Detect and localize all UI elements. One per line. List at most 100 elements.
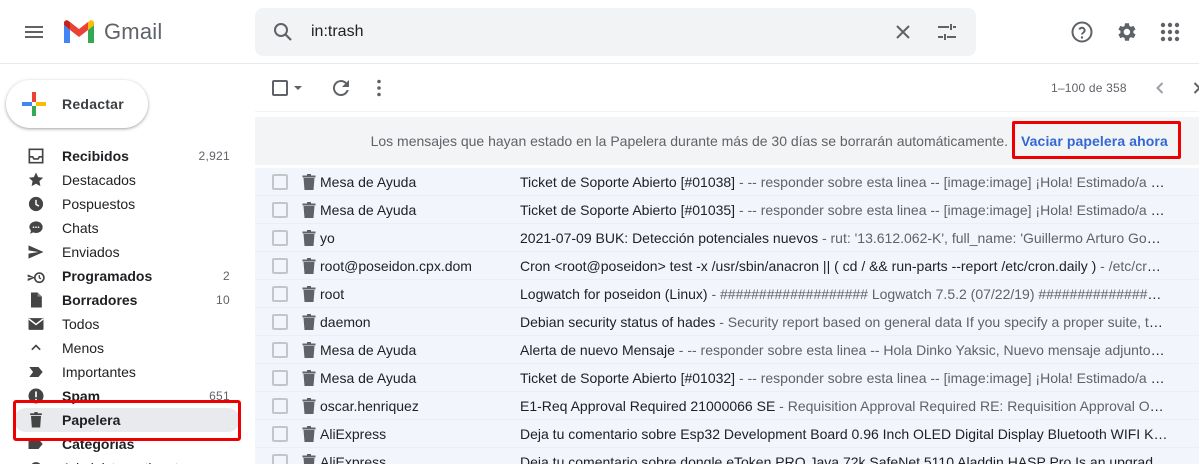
row-checkbox[interactable] [272, 202, 288, 218]
row-checkbox[interactable] [272, 230, 288, 246]
email-row[interactable]: yo 2021-07-09 BUK: Detección potenciales … [255, 224, 1199, 252]
sidebar-item-categorias[interactable]: Categorías [0, 432, 240, 456]
more-options-icon[interactable] [367, 76, 391, 100]
sidebar-item-recibidos[interactable]: Recibidos 2,921 [0, 144, 240, 168]
email-row[interactable]: Mesa de Ayuda Ticket de Soporte Abierto [… [255, 168, 1199, 196]
compose-plus-icon [22, 92, 46, 116]
sidebar-nav: Recibidos 2,921 Destacados Pospuestos Chats E… [0, 144, 255, 464]
sidebar-item-label: Destacados [62, 172, 136, 188]
sidebar-item-count: 10 [216, 293, 230, 307]
email-subject: Ticket de Soporte Abierto [#01038] [520, 174, 736, 190]
trash-icon [302, 342, 316, 358]
search-input[interactable] [311, 19, 871, 45]
email-row[interactable]: Mesa de Ayuda Alerta de nuevo Mensaje - -… [255, 336, 1199, 364]
email-row[interactable]: AliExpress Deja tu comentario sobre dongl… [255, 448, 1199, 464]
sidebar-item-todos[interactable]: Todos [0, 312, 240, 336]
search-options-icon[interactable] [935, 20, 959, 44]
sidebar-item-papelera[interactable]: Papelera [14, 408, 240, 432]
gmail-m-icon [64, 20, 94, 43]
row-checkbox[interactable] [272, 258, 288, 274]
sidebar-item-chats[interactable]: Chats [0, 216, 240, 240]
sidebar-item-pospuestos[interactable]: Pospuestos [0, 192, 240, 216]
sidebar-item-spam[interactable]: Spam 651 [0, 384, 240, 408]
email-subject: Deja tu comentario sobre Esp32 Developme… [520, 426, 1161, 442]
email-subject: Ticket de Soporte Abierto [#01032] [520, 370, 736, 386]
email-row[interactable]: root@poseidon.cpx.dom Cron <root@poseidon… [255, 252, 1199, 280]
row-checkbox[interactable] [272, 314, 288, 330]
email-sender: oscar.henriquez [320, 398, 419, 414]
help-icon[interactable] [1070, 20, 1094, 44]
sidebar-item-label: Pospuestos [62, 196, 136, 212]
email-subject: Debian security status of hades [520, 314, 716, 330]
list-toolbar: 1–100 de 358 [255, 64, 1199, 112]
trash-info-banner: Los mensajes que hayan estado en la Pape… [255, 117, 1199, 165]
mail-icon [26, 314, 46, 334]
email-subject: Cron <root@poseidon> test -x /usr/sbin/a… [520, 258, 1097, 274]
sidebar-item-label: Programados [62, 268, 153, 284]
important-icon [26, 362, 46, 382]
settings-gear-icon[interactable] [1114, 20, 1138, 44]
select-all-checkbox[interactable] [272, 80, 288, 96]
sidebar-item-importantes[interactable]: Importantes [0, 360, 240, 384]
select-caret-icon[interactable] [293, 82, 303, 94]
email-row[interactable]: daemon Debian security status of hades - … [255, 308, 1199, 336]
sidebar-item-programados[interactable]: Programados 2 [0, 264, 240, 288]
chevron-up-icon [26, 338, 46, 358]
main-menu-button[interactable] [14, 12, 54, 52]
row-checkbox[interactable] [272, 342, 288, 358]
row-checkbox[interactable] [272, 454, 288, 464]
sidebar-item-label: Spam [62, 388, 101, 404]
empty-trash-link[interactable]: Vaciar papelera ahora [1021, 133, 1168, 149]
row-checkbox[interactable] [272, 398, 288, 414]
email-snippet: - -- responder sobre esta linea -- [imag… [738, 174, 1168, 190]
email-content: Deja tu comentario sobre dongle eToken P… [520, 454, 1168, 464]
clear-search-icon[interactable] [891, 20, 915, 44]
refresh-icon[interactable] [329, 76, 353, 100]
chevron-right-icon[interactable] [1185, 76, 1199, 100]
sidebar-item-destacados[interactable]: Destacados [0, 168, 240, 192]
email-row[interactable]: Mesa de Ayuda Ticket de Soporte Abierto [… [255, 364, 1199, 392]
sidebar-item-label: Administrar etiquetas [62, 460, 230, 464]
email-row[interactable]: oscar.henriquez E1-Req Approval Required … [255, 392, 1199, 420]
email-snippet: - -- responder sobre esta linea -- [imag… [738, 202, 1168, 218]
sidebar-item-enviados[interactable]: Enviados [0, 240, 240, 264]
compose-button[interactable]: Redactar [6, 80, 148, 128]
email-content: Ticket de Soporte Abierto [#01032] - -- … [520, 370, 1168, 386]
email-subject: 2021-07-09 BUK: Detección potenciales nu… [520, 230, 819, 246]
email-content: Debian security status of hades - Securi… [520, 314, 1168, 330]
email-row[interactable]: AliExpress Deja tu comentario sobre Esp32… [255, 420, 1199, 448]
email-content: Logwatch for poseidon (Linux) - ########… [520, 286, 1168, 302]
email-sender: AliExpress [320, 454, 387, 464]
sidebar-item-administrar-etiquetas[interactable]: Administrar etiquetas [0, 456, 240, 464]
search-icon[interactable] [271, 20, 295, 44]
row-checkbox[interactable] [272, 370, 288, 386]
chevron-left-icon[interactable] [1148, 76, 1172, 100]
email-content: Alerta de nuevo Mensaje - -- responder s… [520, 342, 1168, 358]
row-checkbox[interactable] [272, 174, 288, 190]
sidebar-item-count: 2 [223, 269, 230, 283]
compose-label: Redactar [62, 96, 124, 112]
trash-icon [302, 230, 316, 246]
apps-grid-icon[interactable] [1158, 20, 1182, 44]
banner-text: Los mensajes que hayan estado en la Pape… [370, 133, 1008, 149]
trash-icon [302, 286, 316, 302]
email-sender: Mesa de Ayuda [320, 342, 417, 358]
logo-text: Gmail [104, 19, 163, 44]
sidebar-item-menos[interactable]: Menos [0, 336, 240, 360]
sidebar-item-label: Categorías [62, 436, 135, 452]
trash-icon [302, 454, 316, 464]
email-snippet: - -- responder sobre esta linea -- [imag… [738, 370, 1168, 386]
email-row[interactable]: Mesa de Ayuda Ticket de Soporte Abierto [… [255, 196, 1199, 224]
sidebar-item-label: Recibidos [62, 148, 129, 164]
trash-icon [302, 314, 316, 330]
sidebar-item-borradores[interactable]: Borradores 10 [0, 288, 240, 312]
email-sender: Mesa de Ayuda [320, 174, 417, 190]
sidebar-item-count: 651 [209, 389, 230, 403]
gmail-logo[interactable]: Gmail [62, 14, 162, 50]
email-row[interactable]: root Logwatch for poseidon (Linux) - ####… [255, 280, 1199, 308]
draft-icon [26, 290, 46, 310]
email-sender: daemon [320, 314, 371, 330]
row-checkbox[interactable] [272, 426, 288, 442]
top-header: Gmail [0, 0, 1199, 64]
row-checkbox[interactable] [272, 286, 288, 302]
